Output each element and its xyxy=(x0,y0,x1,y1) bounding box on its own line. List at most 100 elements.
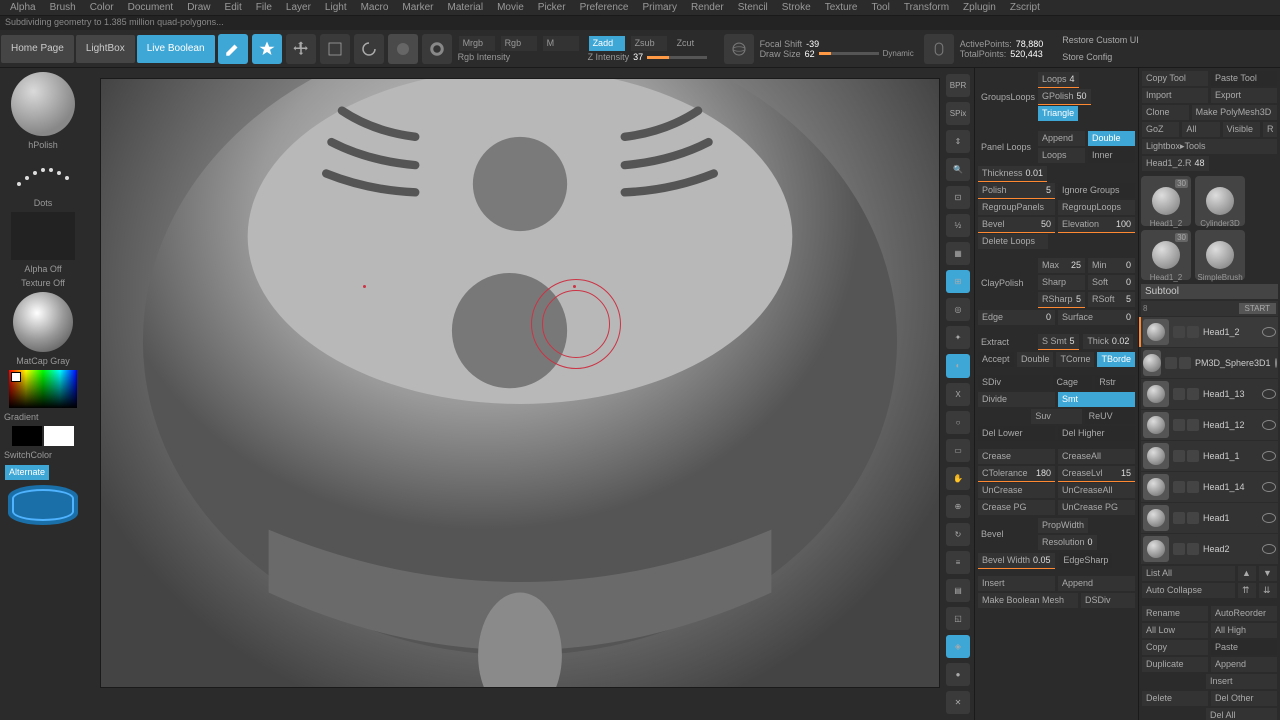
scroll-icon[interactable]: ⇕ xyxy=(946,130,970,153)
store-config-button[interactable]: Store Config xyxy=(1058,50,1168,65)
zoom-icon[interactable]: 🔍 xyxy=(946,158,970,181)
max-slider[interactable]: Max25 xyxy=(1038,258,1085,273)
material-icon[interactable] xyxy=(422,34,452,64)
menu-zscript[interactable]: Zscript xyxy=(1003,1,1047,14)
menu-movie[interactable]: Movie xyxy=(490,1,531,14)
zcut-button[interactable]: Zcut xyxy=(673,36,709,51)
head-dropdown[interactable]: Head1_2.48R xyxy=(1142,156,1209,171)
stroke-preview[interactable] xyxy=(11,154,75,194)
alltop-icon[interactable]: ⇈ xyxy=(1238,583,1256,598)
edgesharp-button[interactable]: EdgeSharp xyxy=(1059,553,1112,568)
makeboolean-button[interactable]: Make Boolean Mesh xyxy=(978,593,1078,608)
mouse-icon[interactable] xyxy=(924,34,954,64)
ghost-icon[interactable]: ◐ xyxy=(946,354,970,377)
local-icon[interactable]: ◎ xyxy=(946,298,970,321)
double2-button[interactable]: Double xyxy=(1017,352,1054,367)
menu-light[interactable]: Light xyxy=(318,1,354,14)
move-icon[interactable] xyxy=(286,34,316,64)
dynamic-label[interactable]: Dynamic xyxy=(883,49,914,58)
menu-material[interactable]: Material xyxy=(441,1,491,14)
insert-button[interactable]: Insert xyxy=(978,576,1055,591)
groupsloops-label[interactable]: GroupsLoops xyxy=(977,90,1037,104)
claypolish-label[interactable]: ClayPolish xyxy=(977,276,1037,290)
polish-slider[interactable]: Polish5 xyxy=(978,183,1055,198)
scale-icon[interactable] xyxy=(320,34,350,64)
actual-icon[interactable]: ⊡ xyxy=(946,186,970,209)
tool-thumb[interactable]: 30Head1_2 xyxy=(1141,230,1191,280)
bpr-icon[interactable]: BPR xyxy=(946,74,970,97)
ignoregroups-button[interactable]: Ignore Groups xyxy=(1058,183,1135,198)
spix-icon[interactable]: SPix xyxy=(946,102,970,125)
mrgb-button[interactable]: Mrgb xyxy=(459,36,495,51)
subtool-item[interactable]: Head1_14 xyxy=(1141,472,1278,502)
aahalf-icon[interactable]: ½ xyxy=(946,214,970,237)
movedown-icon[interactable]: ▼ xyxy=(1259,566,1277,581)
menu-stroke[interactable]: Stroke xyxy=(775,1,818,14)
listall-button[interactable]: List All xyxy=(1142,566,1235,581)
uncrease-button[interactable]: UnCrease xyxy=(978,483,1055,498)
delother-button[interactable]: Del Other xyxy=(1211,691,1277,706)
goz-button[interactable]: GoZ xyxy=(1142,122,1179,137)
xyz-icon[interactable]: ✦ xyxy=(946,326,970,349)
copytool-button[interactable]: Copy Tool xyxy=(1142,71,1208,86)
color-picker[interactable] xyxy=(9,370,77,408)
menu-transform[interactable]: Transform xyxy=(897,1,956,14)
cage-button[interactable]: Cage xyxy=(1053,375,1093,390)
zsub-button[interactable]: Zsub xyxy=(631,36,667,51)
copy-button[interactable]: Copy xyxy=(1142,640,1208,655)
brush-preview[interactable] xyxy=(11,72,75,136)
tool-thumb[interactable]: Cylinder3D xyxy=(1195,176,1245,226)
matcap-preview[interactable] xyxy=(13,292,73,352)
ysym-icon[interactable]: ○ xyxy=(946,411,970,434)
linepv-icon[interactable]: ≡ xyxy=(946,551,970,574)
rename-button[interactable]: Rename xyxy=(1142,606,1208,621)
rsharp-slider[interactable]: RSharp5 xyxy=(1038,292,1085,307)
autoreorder-button[interactable]: AutoReorder xyxy=(1211,606,1277,621)
gpolish-slider[interactable]: GPolish50 xyxy=(1038,89,1091,104)
delhigher-button[interactable]: Del Higher xyxy=(1058,426,1135,441)
tool-thumb[interactable]: SimpleBrush xyxy=(1195,230,1245,280)
export-button[interactable]: Export xyxy=(1211,88,1277,103)
double-button[interactable]: Double xyxy=(1088,131,1135,146)
menu-primary[interactable]: Primary xyxy=(636,1,684,14)
move-canvas-icon[interactable]: ✋ xyxy=(946,467,970,490)
menu-stencil[interactable]: Stencil xyxy=(731,1,775,14)
zoom3d-icon[interactable]: ⊕ xyxy=(946,495,970,518)
live-boolean-button[interactable]: Live Boolean xyxy=(137,35,215,63)
edge-slider[interactable]: Edge0 xyxy=(978,310,1055,325)
all-button[interactable]: All xyxy=(1182,122,1219,137)
tool-append-button[interactable]: Append xyxy=(1211,657,1277,672)
xpose-icon[interactable]: ✕ xyxy=(946,691,970,714)
panelloops-label[interactable]: Panel Loops xyxy=(977,140,1037,154)
allhigh-button[interactable]: All High xyxy=(1211,623,1277,638)
menu-draw[interactable]: Draw xyxy=(180,1,217,14)
menu-alpha[interactable]: Alpha xyxy=(3,1,43,14)
switchcolor-button[interactable]: SwitchColor xyxy=(4,450,52,460)
gyro-icon[interactable] xyxy=(724,34,754,64)
edit-icon[interactable] xyxy=(218,34,248,64)
rstr-button[interactable]: Rstr xyxy=(1095,375,1135,390)
menu-texture[interactable]: Texture xyxy=(818,1,865,14)
persp-icon[interactable]: ▦ xyxy=(946,242,970,265)
pastetool-button[interactable]: Paste Tool xyxy=(1211,71,1277,86)
rotate-icon[interactable]: ↻ xyxy=(946,523,970,546)
reuv-button[interactable]: ReUV xyxy=(1085,409,1135,424)
rsoft-slider[interactable]: RSoft5 xyxy=(1088,292,1135,307)
thick-slider[interactable]: Thick0.02 xyxy=(1083,334,1133,349)
menu-macro[interactable]: Macro xyxy=(354,1,396,14)
sphere-icon[interactable] xyxy=(388,34,418,64)
transp-icon[interactable]: ◱ xyxy=(946,607,970,630)
uncreaseall-button[interactable]: UnCreaseAll xyxy=(1058,483,1135,498)
visible-button[interactable]: Visible xyxy=(1223,122,1260,137)
menu-brush[interactable]: Brush xyxy=(43,1,83,14)
menu-file[interactable]: File xyxy=(249,1,279,14)
subtool-item[interactable]: Head2 xyxy=(1141,534,1278,564)
extract-label[interactable]: Extract xyxy=(977,335,1037,349)
autocollapse-button[interactable]: Auto Collapse xyxy=(1142,583,1235,598)
subtool-item[interactable]: Head1_12 xyxy=(1141,410,1278,440)
allbot-icon[interactable]: ⇊ xyxy=(1259,583,1277,598)
menu-color[interactable]: Color xyxy=(83,1,121,14)
xsym-icon[interactable]: X xyxy=(946,383,970,406)
soft-slider[interactable]: Soft0 xyxy=(1088,275,1135,290)
solo-icon[interactable]: ● xyxy=(946,663,970,686)
